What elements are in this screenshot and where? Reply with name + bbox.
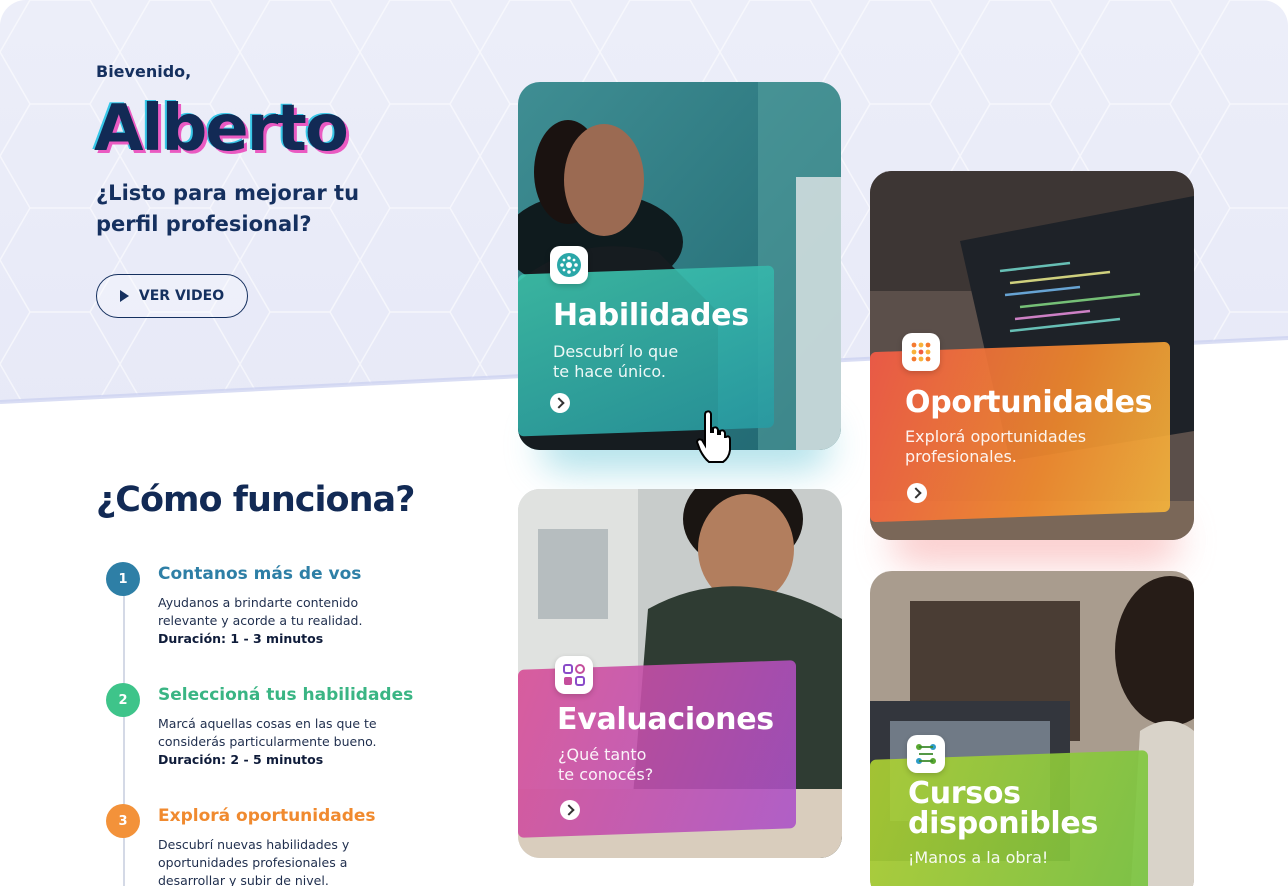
- hero-tagline: ¿Listo para mejorar tu perfil profesiona…: [96, 181, 360, 236]
- connect-icon: [907, 735, 945, 773]
- card-title-line: disponibles: [908, 806, 1099, 841]
- app-frame: Bievenido, Alberto ¿Listo para mejorar t…: [0, 0, 1288, 886]
- step-description-text: Ayudanos a brindarte contenido relevante…: [158, 595, 363, 628]
- chevron-right-icon[interactable]: [907, 483, 927, 503]
- card-subtitle-line: Descubrí lo que: [553, 342, 679, 361]
- step-duration: Duración: 2 - 5 minutos: [158, 752, 324, 767]
- card-title: Oportunidades: [905, 385, 1153, 420]
- network-icon: [550, 246, 588, 284]
- card-title: Habilidades: [553, 298, 749, 333]
- timeline-line: [123, 578, 125, 886]
- dots-grid-icon: [902, 333, 940, 371]
- step-title: Seleccioná tus habilidades: [158, 685, 414, 705]
- user-name: Alberto: [94, 92, 349, 166]
- card-subtitle-line: te conocés?: [558, 765, 654, 784]
- card-subtitle: ¡Manos a la obra!: [908, 848, 1049, 867]
- step-duration: Duración: 1 - 3 minutos: [158, 631, 324, 646]
- step-number: 1: [106, 562, 140, 596]
- watch-video-label: VER VIDEO: [138, 288, 225, 304]
- card-subtitle-line: ¿Qué tanto: [558, 745, 647, 764]
- card-subtitle-line: profesionales.: [905, 447, 1017, 466]
- card-subtitle-line: te hace único.: [553, 362, 666, 381]
- card-subtitle: Descubrí lo que te hace único.: [553, 342, 678, 382]
- card-evaluaciones[interactable]: Evaluaciones ¿Qué tanto te conocés?: [518, 489, 842, 858]
- card-title: Evaluaciones: [557, 702, 774, 737]
- how-it-works-title: ¿Cómo funciona?: [96, 480, 415, 520]
- card-subtitle: Explorá oportunidades profesionales.: [905, 427, 1086, 467]
- play-icon: [119, 290, 129, 302]
- card-title: Cursos disponibles: [908, 779, 1098, 839]
- card-habilidades[interactable]: Habilidades Descubrí lo que te hace únic…: [518, 82, 841, 450]
- step-title: Explorá oportunidades: [158, 806, 376, 826]
- step-description: Descubrí nuevas habilidades y oportunida…: [158, 836, 398, 886]
- step-description: Ayudanos a brindarte contenido relevante…: [158, 594, 398, 648]
- step-title: Contanos más de vos: [158, 564, 362, 584]
- step-description: Marcá aquellas cosas en las que te consi…: [158, 715, 398, 769]
- step-description-text: Marcá aquellas cosas en las que te consi…: [158, 716, 377, 749]
- step-description-text: Descubrí nuevas habilidades y oportunida…: [158, 837, 350, 886]
- chevron-right-icon[interactable]: [550, 393, 570, 413]
- card-subtitle: ¿Qué tanto te conocés?: [558, 745, 653, 785]
- shapes-icon: [555, 656, 593, 694]
- greeting: Bievenido,: [96, 62, 192, 81]
- card-oportunidades[interactable]: Oportunidades Explorá oportunidades prof…: [870, 171, 1194, 540]
- card-subtitle-line: Explorá oportunidades: [905, 427, 1087, 446]
- watch-video-button[interactable]: VER VIDEO: [96, 274, 248, 318]
- step-number: 3: [106, 804, 140, 838]
- card-cursos-disponibles[interactable]: Cursos disponibles ¡Manos a la obra!: [870, 571, 1194, 886]
- hand-cursor-icon: [696, 410, 731, 463]
- step-number: 2: [106, 683, 140, 717]
- chevron-right-icon[interactable]: [560, 800, 580, 820]
